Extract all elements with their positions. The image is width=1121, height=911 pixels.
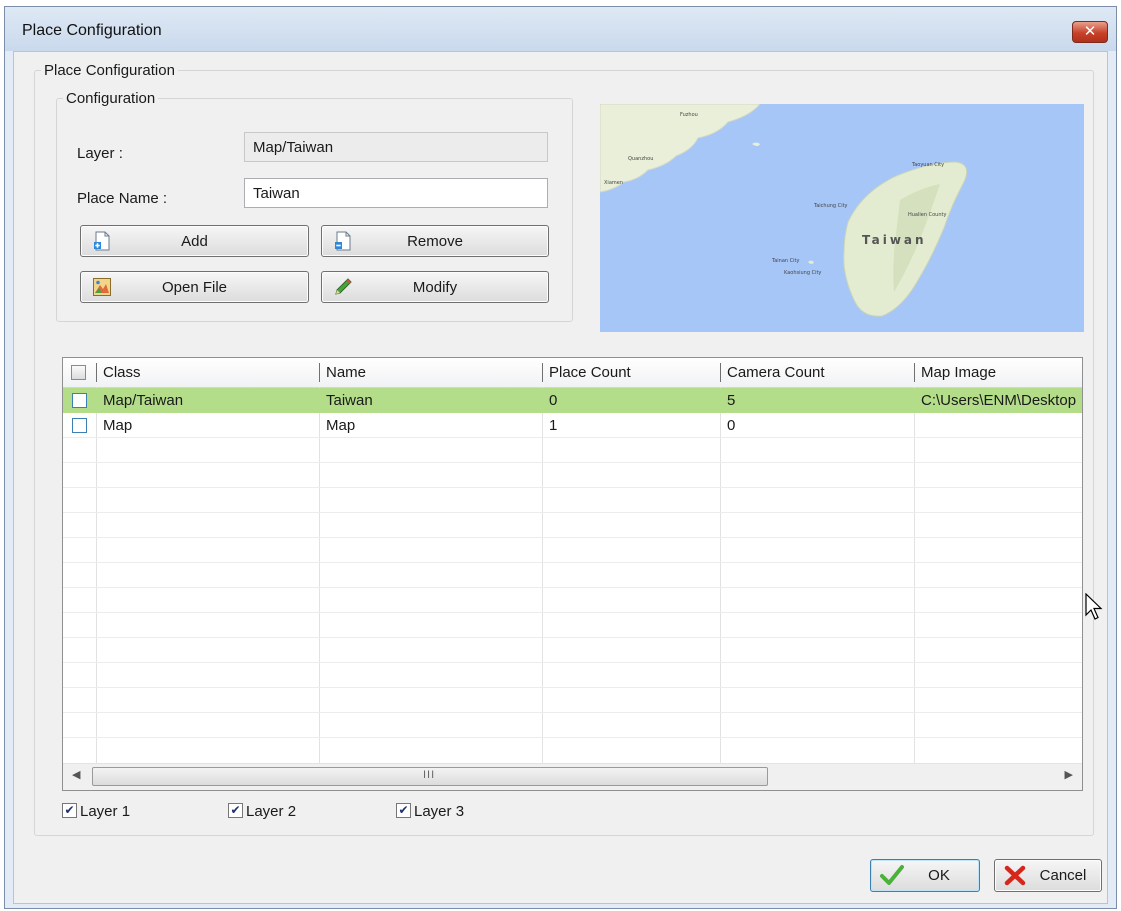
column-header-map-image[interactable]: Map Image	[914, 358, 1082, 387]
modify-button-label: Modify	[412, 279, 458, 296]
horizontal-scrollbar[interactable]: ◀ III ▶	[63, 763, 1082, 790]
map-label-quanzhou: Quanzhou	[628, 156, 653, 162]
window-title: Place Configuration	[22, 22, 162, 39]
cell-camera-count: 5	[727, 392, 736, 409]
ok-button[interactable]: OK	[870, 859, 980, 892]
cell-name: Map	[326, 417, 356, 434]
map-label-tainan: Tainan City	[771, 258, 800, 264]
select-all-checkbox[interactable]	[71, 365, 86, 380]
cell-camera-count: 0	[727, 417, 736, 434]
cancel-button[interactable]: Cancel	[994, 859, 1102, 892]
checkmark-icon: ✔	[228, 803, 243, 818]
scrollbar-grip: III	[423, 769, 436, 781]
cell-name: Taiwan	[326, 392, 373, 409]
dialog-client-area: Place Configuration Configuration Layer …	[13, 51, 1108, 904]
column-header-camera-count[interactable]: Camera Count	[720, 358, 914, 387]
table-row[interactable]: Map/Taiwan Taiwan 0 5 C:\Users\ENM\Deskt…	[63, 388, 1082, 413]
close-icon: ✕	[1083, 23, 1097, 40]
cell-map-image	[921, 413, 1082, 438]
map-preview: Fuzhou Taichung City Taoyuan City Hualie…	[600, 104, 1084, 332]
cell-class: Map	[103, 417, 133, 434]
map-label-fuzhou: Fuzhou	[680, 112, 698, 118]
close-button[interactable]: ✕	[1072, 21, 1108, 43]
title-bar[interactable]: Place Configuration ✕	[5, 7, 1116, 51]
layer-label: Layer :	[77, 145, 123, 162]
cell-class: Map/Taiwan	[103, 392, 184, 409]
layer-1-label: Layer 1	[80, 803, 131, 820]
column-header-class[interactable]: Class	[96, 358, 318, 387]
cell-map-image: C:\Users\ENM\Desktop	[921, 392, 1077, 409]
map-label-taichung: Taichung City	[813, 203, 848, 209]
configuration-legend: Configuration	[66, 90, 156, 107]
red-x-icon	[1004, 865, 1026, 886]
cell-place-count: 1	[549, 417, 558, 434]
place-table[interactable]: Class Name Place Count Camera Count Map …	[62, 357, 1083, 791]
remove-button-label: Remove	[407, 233, 463, 250]
checkmark-icon: ✔	[396, 803, 411, 818]
column-header-place-count[interactable]: Place Count	[542, 358, 720, 387]
map-label-kaohsiung: Kaohsiung City	[784, 270, 821, 276]
taiwan-map-image: Fuzhou Taichung City Taoyuan City Hualie…	[600, 104, 1084, 332]
place-configuration-window: Place Configuration ✕ Place Configuratio…	[4, 6, 1117, 909]
add-button[interactable]: Add	[80, 225, 309, 257]
map-label-xiamen: Xiamen	[604, 180, 623, 186]
map-label-taoyuan: Taoyuan City	[911, 162, 944, 168]
place-name-label: Place Name :	[77, 190, 168, 207]
scroll-right-arrow-icon[interactable]: ▶	[1065, 768, 1073, 781]
open-file-button[interactable]: Open File	[80, 271, 309, 303]
cancel-button-label: Cancel	[1039, 867, 1087, 884]
checkmark-icon: ✔	[62, 803, 77, 818]
scroll-left-arrow-icon[interactable]: ◀	[72, 768, 80, 781]
layer-3-label: Layer 3	[414, 803, 465, 820]
modify-button[interactable]: Modify	[321, 271, 549, 303]
column-header-name[interactable]: Name	[319, 358, 542, 387]
map-label-taiwan: Taiwan	[862, 233, 927, 247]
mouse-pointer-icon	[1085, 593, 1103, 620]
row-checkbox[interactable]	[72, 418, 87, 433]
place-name-input[interactable]: Taiwan	[244, 178, 548, 208]
open-file-button-label: Open File	[161, 279, 228, 296]
add-button-label: Add	[181, 233, 208, 250]
map-label-hualien: Hualien County	[908, 212, 946, 218]
place-configuration-legend: Place Configuration	[44, 62, 175, 79]
row-checkbox[interactable]	[72, 393, 87, 408]
layer-2-label: Layer 2	[246, 803, 297, 820]
layer-field: Map/Taiwan	[244, 132, 548, 162]
ok-button-label: OK	[928, 867, 950, 884]
cell-place-count: 0	[549, 392, 558, 409]
table-header: Class Name Place Count Camera Count Map …	[63, 358, 1082, 388]
table-row[interactable]: Map Map 1 0	[63, 413, 1082, 438]
scrollbar-thumb[interactable]: III	[92, 767, 768, 786]
remove-button[interactable]: Remove	[321, 225, 549, 257]
